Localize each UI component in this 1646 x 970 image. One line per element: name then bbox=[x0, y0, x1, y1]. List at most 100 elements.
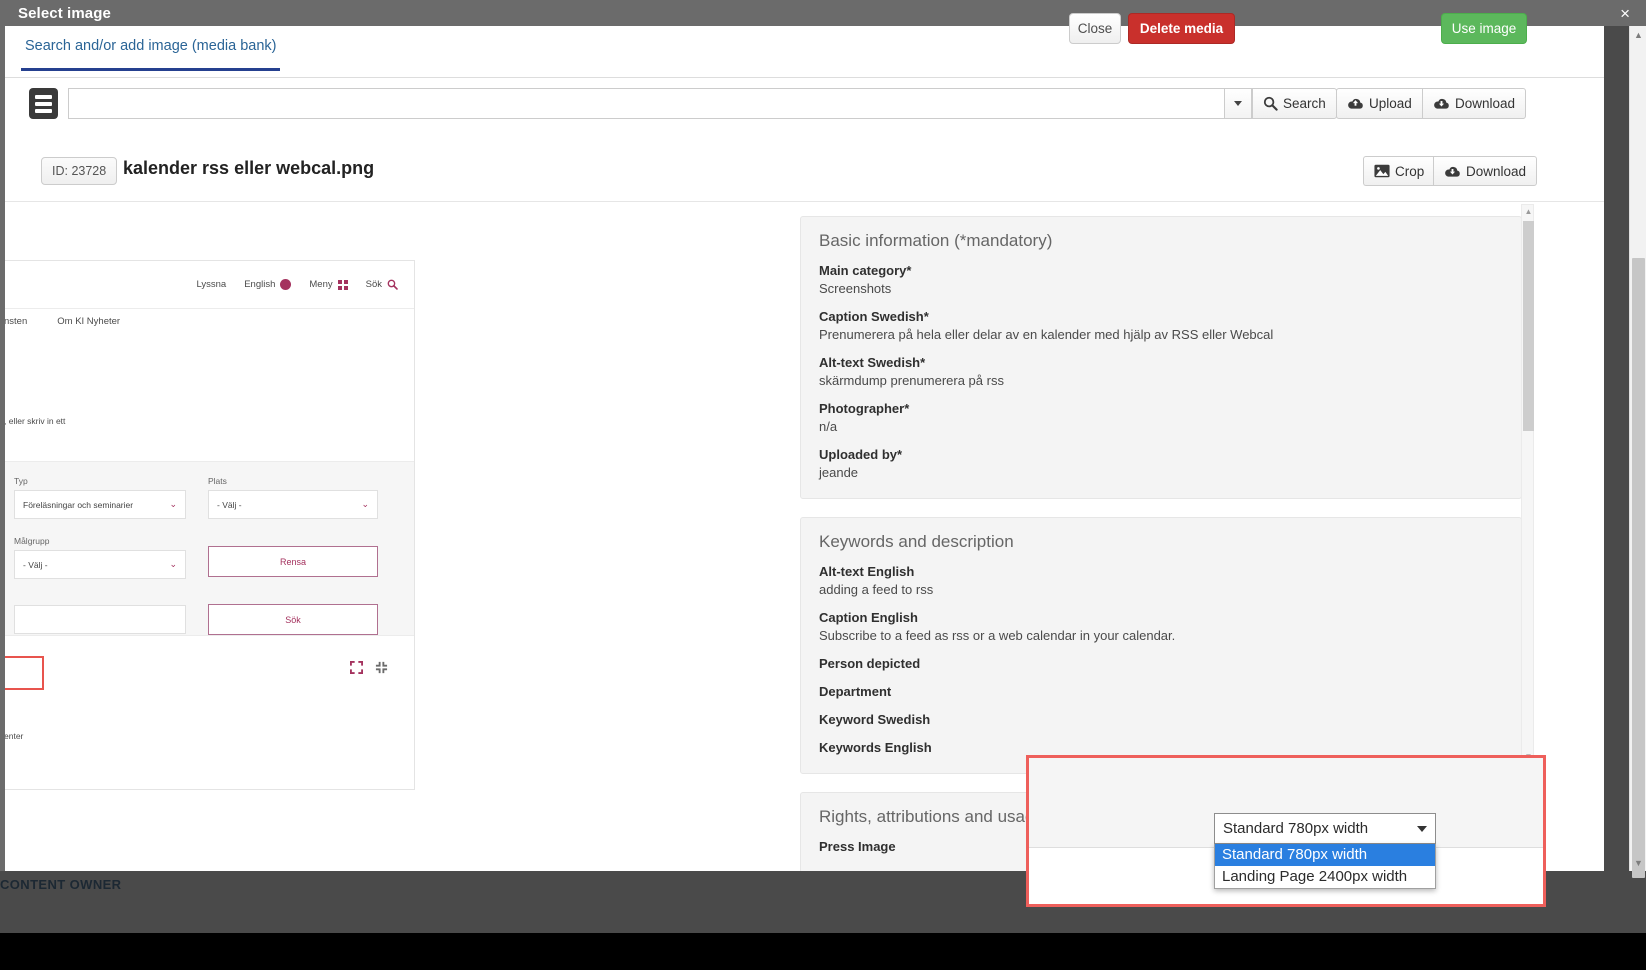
screen: Select image × Search and/or add image (… bbox=[0, 0, 1646, 970]
preview-nav-sok: Sök bbox=[366, 279, 398, 290]
preview-malgrupp-label: Målgrupp bbox=[14, 536, 50, 546]
card-heading: Basic information (*mandatory) bbox=[819, 231, 1053, 250]
search-toolbar: Search Upload Download bbox=[5, 78, 1646, 140]
page-title: Select image bbox=[18, 4, 111, 22]
preview-nav-label: English bbox=[244, 279, 276, 290]
field-label-caption-english: Caption English bbox=[819, 610, 918, 625]
image-preview[interactable]: Lyssna English Meny Sök nsten Om KI Nyhe… bbox=[5, 260, 425, 790]
modal-titlebar: Select image × bbox=[0, 0, 1646, 26]
collapse-icon bbox=[375, 661, 388, 674]
preview-results-area: enter bbox=[5, 636, 414, 746]
field-label-photographer: Photographer* bbox=[819, 401, 910, 416]
preview-text-input[interactable] bbox=[14, 605, 186, 634]
chevron-down-icon bbox=[1234, 101, 1242, 106]
field-label-main-category: Main category* bbox=[819, 263, 912, 278]
field-label-keywords-english: Keywords English bbox=[819, 740, 932, 755]
preview-plats-label: Plats bbox=[208, 476, 227, 486]
hamburger-bar bbox=[35, 108, 52, 113]
content-owner-label: CONTENT OWNER bbox=[0, 877, 122, 892]
crop-button[interactable]: Crop bbox=[1363, 156, 1435, 186]
globe-icon bbox=[280, 279, 292, 290]
preview-nav-label: Lyssna bbox=[196, 279, 227, 290]
magnifier-icon bbox=[1263, 96, 1278, 111]
preview-filter-form: Typ Föreläsningar och seminarier ⌄ Plats… bbox=[5, 461, 414, 636]
tab-search-add-image[interactable]: Search and/or add image (media bank) bbox=[21, 38, 281, 71]
preview-sok-button[interactable]: Sök bbox=[208, 604, 378, 635]
preview-breadcrumb-item: Om KI Nyheter bbox=[57, 316, 121, 327]
search-button[interactable]: Search bbox=[1252, 88, 1337, 119]
scrollbar-thumb[interactable] bbox=[1632, 258, 1645, 878]
preview-nav-english: English bbox=[244, 279, 292, 290]
preview-breadcrumb: nsten Om KI Nyheter bbox=[5, 316, 414, 338]
use-image-button[interactable]: Use image bbox=[1441, 13, 1527, 44]
scroll-down-icon[interactable]: ▼ bbox=[1630, 854, 1646, 871]
expand-icon bbox=[350, 661, 363, 674]
preview-breadcrumb-item: nsten bbox=[5, 316, 28, 327]
preview-malgrupp-select[interactable]: - Välj - ⌄ bbox=[14, 550, 186, 579]
media-filename: kalender rss eller webcal.png bbox=[123, 158, 375, 178]
upload-button-label: Upload bbox=[1369, 96, 1412, 111]
delete-media-button[interactable]: Delete media bbox=[1128, 13, 1235, 44]
page-footer-black-band bbox=[0, 933, 1646, 970]
scrollbar-thumb[interactable] bbox=[1523, 221, 1534, 431]
search-scope-dropdown-button[interactable] bbox=[1224, 88, 1252, 119]
preview-footer-text: enter bbox=[5, 731, 24, 741]
close-button[interactable]: Close bbox=[1069, 13, 1121, 44]
image-size-selected-value: Standard 780px width bbox=[1223, 820, 1369, 837]
search-button-label: Search bbox=[1283, 96, 1326, 111]
image-size-option-landing-page[interactable]: Landing Page 2400px width bbox=[1215, 866, 1435, 888]
field-label-alt-text-swedish: Alt-text Swedish* bbox=[819, 355, 926, 370]
image-size-select[interactable]: Standard 780px width bbox=[1214, 813, 1436, 844]
hamburger-icon[interactable] bbox=[29, 88, 58, 119]
scroll-up-icon[interactable]: ▲ bbox=[1630, 26, 1646, 43]
field-value-alt-text-swedish: skärmdump prenumerera på rss bbox=[819, 373, 1004, 388]
magnifier-icon bbox=[387, 279, 398, 290]
preview-typ-select[interactable]: Föreläsningar och seminarier ⌄ bbox=[14, 490, 186, 519]
preview-plats-select[interactable]: - Välj - ⌄ bbox=[208, 490, 378, 519]
search-input[interactable] bbox=[68, 88, 1224, 119]
field-label-alt-text-english: Alt-text English bbox=[819, 564, 915, 579]
preview-nav-label: Meny bbox=[309, 279, 333, 290]
cloud-download-icon bbox=[1433, 97, 1450, 110]
image-crop-icon bbox=[1374, 164, 1390, 178]
field-value-main-category: Screenshots bbox=[819, 281, 892, 296]
image-size-option-standard[interactable]: Standard 780px width bbox=[1215, 844, 1435, 866]
metadata-scrollbar[interactable]: ▲ ▼ bbox=[1521, 204, 1534, 764]
cloud-upload-icon bbox=[1347, 97, 1364, 110]
grid-icon bbox=[337, 279, 348, 290]
preview-nav-label: Sök bbox=[365, 279, 382, 290]
close-icon[interactable]: × bbox=[1620, 5, 1636, 22]
field-label-caption-swedish: Caption Swedish* bbox=[819, 309, 929, 324]
field-value-caption-english: Subscribe to a feed as rss or a web cale… bbox=[819, 628, 1176, 643]
scroll-up-icon[interactable]: ▲ bbox=[1522, 205, 1535, 218]
preview-malgrupp-value: - Välj - bbox=[23, 559, 48, 570]
preview-site-header: Lyssna English Meny Sök bbox=[5, 261, 414, 309]
field-value-alt-text-english: adding a feed to rss bbox=[819, 582, 934, 597]
metadata-card-basic-information: Basic information (*mandatory) Main cate… bbox=[800, 216, 1522, 499]
image-size-dropdown-list[interactable]: Standard 780px width Landing Page 2400px… bbox=[1214, 844, 1436, 889]
modal-scrollbar[interactable]: ▲ ▼ bbox=[1629, 26, 1646, 878]
page-background-strip bbox=[1604, 26, 1629, 871]
media-download-button[interactable]: Download bbox=[1433, 156, 1538, 186]
preview-expand-icons bbox=[350, 661, 388, 674]
metadata-card-keywords-and-description: Keywords and description Alt-text Englis… bbox=[800, 517, 1522, 774]
field-value-uploaded-by: jeande bbox=[819, 465, 859, 480]
preview-highlight-box bbox=[5, 656, 44, 690]
crop-button-label: Crop bbox=[1395, 163, 1425, 179]
file-header-row: ID: 23728 kalender rss eller webcal.png … bbox=[5, 140, 1646, 202]
chevron-down-icon: ⌄ bbox=[169, 559, 177, 569]
chevron-down-icon bbox=[1417, 825, 1427, 832]
field-label-uploaded-by: Uploaded by* bbox=[819, 447, 903, 462]
media-id-badge: ID: 23728 bbox=[41, 157, 118, 185]
hamburger-bar bbox=[35, 94, 52, 99]
field-value-caption-swedish: Prenumerera på hela eller delar av en ka… bbox=[819, 327, 1274, 342]
upload-button[interactable]: Upload bbox=[1336, 88, 1422, 119]
preview-subtitle: , eller skriv in ett bbox=[5, 416, 66, 426]
preview-nav-lyssna: Lyssna bbox=[196, 279, 226, 290]
field-value-photographer: n/a bbox=[819, 419, 838, 434]
chevron-down-icon: ⌄ bbox=[361, 499, 369, 509]
field-label-department: Department bbox=[819, 684, 892, 699]
preview-rensa-button[interactable]: Rensa bbox=[208, 546, 378, 577]
download-button[interactable]: Download bbox=[1422, 88, 1527, 119]
cloud-download-icon bbox=[1444, 165, 1461, 178]
